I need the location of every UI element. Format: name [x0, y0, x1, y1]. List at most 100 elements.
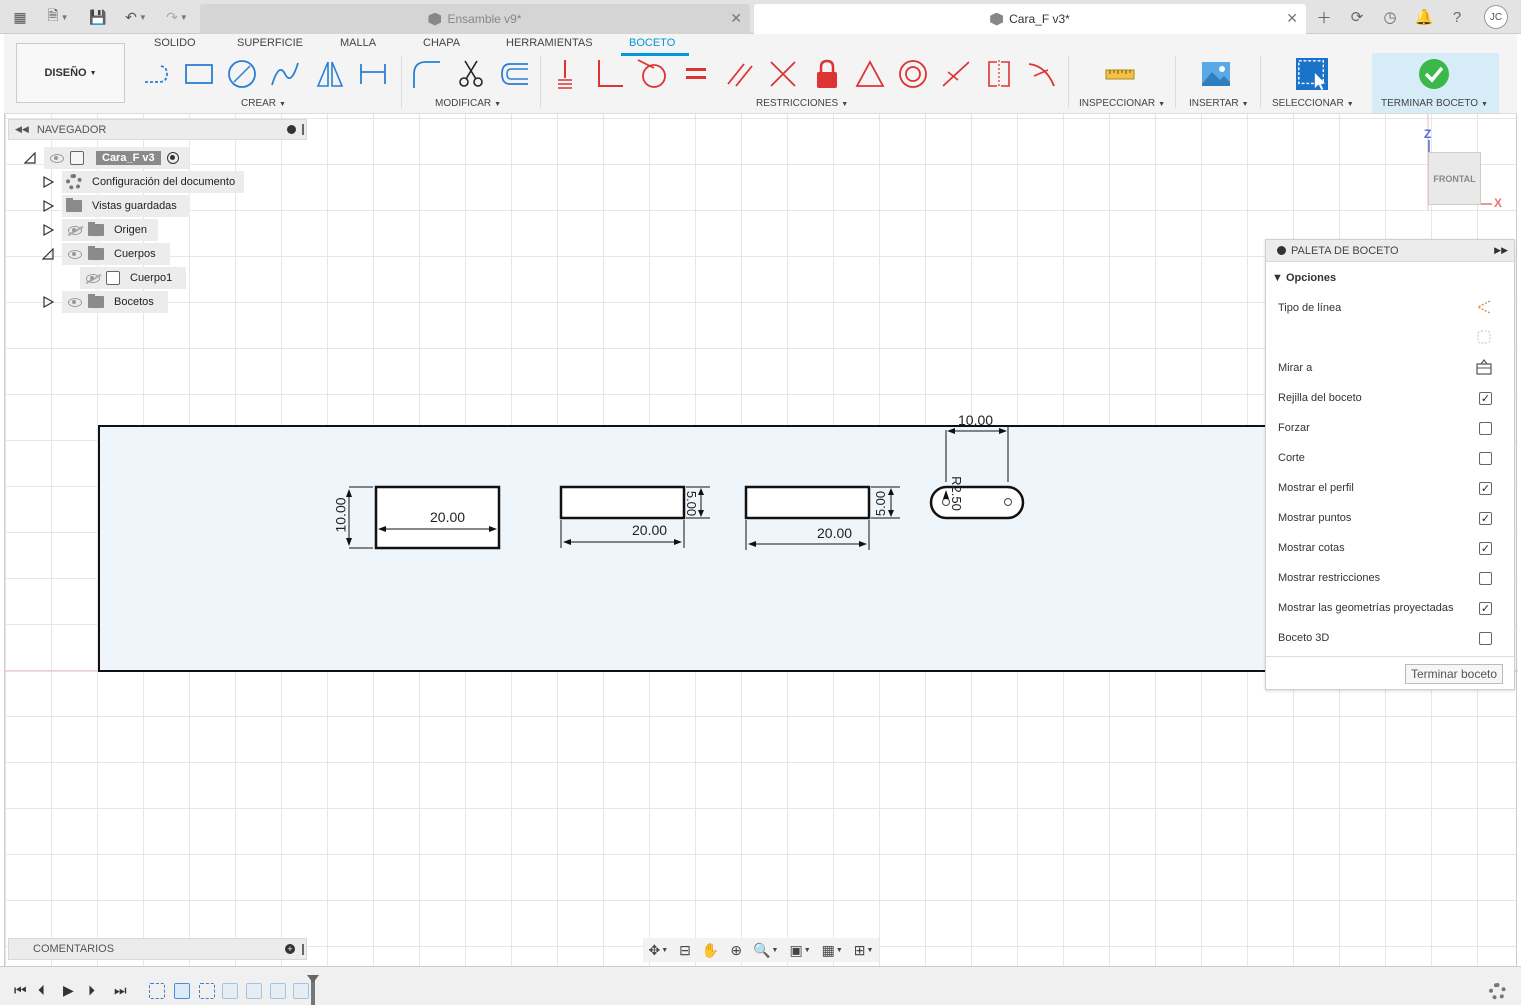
curvature-icon[interactable]: [1025, 56, 1059, 92]
timeline-sketch-feature[interactable]: [149, 983, 165, 999]
workspace-switcher[interactable]: DISEÑO ▼: [16, 43, 125, 103]
rectangle-tool-icon[interactable]: [182, 56, 216, 92]
expand-triangle-icon[interactable]: [42, 224, 54, 236]
group-seleccionar[interactable]: SELECCIONAR ▼: [1272, 98, 1354, 109]
zoom-window-icon[interactable]: ⊕: [730, 942, 742, 959]
close-icon[interactable]: ✕: [730, 10, 742, 27]
collinear-icon[interactable]: [939, 56, 973, 92]
collapse-triangle-icon[interactable]: [24, 152, 36, 164]
group-modificar[interactable]: MODIFICAR ▼: [435, 98, 501, 109]
viewports-icon[interactable]: ⊞ ▼: [854, 942, 874, 959]
expand-palette-icon[interactable]: ▶▶: [1494, 245, 1508, 256]
3d-sketch-checkbox[interactable]: [1479, 631, 1492, 645]
construction-line-icon[interactable]: [1476, 299, 1492, 318]
display-settings-icon[interactable]: ▣ ▼: [789, 942, 810, 959]
expand-triangle-icon[interactable]: [42, 296, 54, 308]
visibility-off-icon[interactable]: [86, 273, 100, 283]
activate-component-icon[interactable]: [166, 152, 179, 164]
dimension-text-slot-length[interactable]: 10.00: [958, 412, 993, 428]
show-points-checkbox[interactable]: ✓: [1479, 511, 1492, 525]
navigator-header[interactable]: ◀◀ NAVEGADOR: [8, 119, 307, 140]
help-icon[interactable]: ?: [1447, 7, 1467, 27]
tree-item-saved-views[interactable]: Vistas guardadas: [62, 195, 190, 217]
tangent-icon[interactable]: [635, 56, 669, 92]
expand-triangle-icon[interactable]: [42, 200, 54, 212]
fillet-tool-icon[interactable]: [409, 56, 443, 92]
dimension-text-rect3-width[interactable]: 20.00: [817, 525, 852, 541]
comments-panel-header[interactable]: COMENTARIOS +: [8, 938, 307, 960]
tree-item-body1[interactable]: Cuerpo1: [80, 267, 186, 289]
circle-tool-icon[interactable]: [225, 56, 259, 92]
parallel-icon[interactable]: [723, 56, 757, 92]
sketch-grid-checkbox[interactable]: ✓: [1479, 391, 1492, 405]
dimension-text-slot-radius[interactable]: R2.50: [949, 476, 964, 511]
viewcube-front-face[interactable]: FRONTAL: [1428, 152, 1481, 205]
tab-superficie[interactable]: SUPERFICIE: [237, 37, 303, 49]
palette-header[interactable]: PALETA DE BOCETO ▶▶: [1266, 240, 1514, 262]
show-dimensions-checkbox[interactable]: ✓: [1479, 541, 1492, 555]
job-status-icon[interactable]: ◷: [1380, 7, 1400, 27]
visibility-icon[interactable]: [50, 153, 64, 163]
offset-tool-icon[interactable]: [497, 56, 531, 92]
save-icon[interactable]: 💾: [88, 7, 108, 27]
tab-solido[interactable]: SOLIDO: [154, 37, 196, 49]
snap-checkbox[interactable]: [1479, 421, 1492, 435]
step-back-icon[interactable]: ⏴: [38, 982, 45, 999]
line-tool-icon[interactable]: [140, 56, 174, 92]
timeline-marker[interactable]: [307, 975, 319, 1005]
tab-herramientas[interactable]: HERRAMIENTAS: [506, 37, 593, 49]
perpendicular-icon[interactable]: [766, 56, 800, 92]
tab-boceto[interactable]: BOCETO: [629, 37, 675, 49]
measure-icon[interactable]: [1103, 56, 1137, 92]
group-insertar[interactable]: INSERTAR ▼: [1189, 98, 1249, 109]
visibility-icon[interactable]: [68, 249, 82, 259]
timeline-feature[interactable]: [222, 983, 238, 999]
go-to-end-icon[interactable]: ⏭: [114, 982, 127, 999]
avatar[interactable]: JC: [1484, 5, 1508, 29]
trim-tool-icon[interactable]: [454, 56, 488, 92]
extensions-icon[interactable]: ⟳: [1347, 7, 1367, 27]
pin-icon[interactable]: [302, 124, 304, 135]
centerline-icon[interactable]: [1476, 329, 1492, 348]
undo-icon[interactable]: ↶ ▼: [121, 7, 151, 27]
show-constraints-checkbox[interactable]: [1479, 571, 1492, 585]
mirror-tool-icon[interactable]: [313, 56, 347, 92]
dimension-text-rect1-width[interactable]: 20.00: [430, 509, 465, 525]
expand-triangle-icon[interactable]: [42, 176, 54, 188]
timeline-sketch-feature[interactable]: [199, 983, 215, 999]
dimension-text-rect3-height[interactable]: 5.00: [873, 491, 888, 516]
zoom-icon[interactable]: 🔍 ▼: [753, 942, 778, 959]
select-tool-icon[interactable]: [1295, 56, 1329, 92]
minimize-icon[interactable]: [287, 125, 296, 134]
step-forward-icon[interactable]: ⏵: [88, 982, 95, 999]
file-menu-icon[interactable]: 🗎 ▼: [43, 7, 73, 27]
tree-root-component[interactable]: Cara_F v3: [44, 147, 189, 169]
collapse-panel-icon[interactable]: ◀◀: [15, 124, 29, 135]
dimension-text-rect1-height[interactable]: 10.00: [333, 497, 349, 532]
timeline-feature[interactable]: [293, 983, 309, 999]
minimize-icon[interactable]: [1277, 246, 1286, 255]
group-restricciones[interactable]: RESTRICCIONES ▼: [756, 98, 848, 109]
look-at-icon[interactable]: ⊟: [679, 942, 691, 959]
visibility-icon[interactable]: [68, 297, 82, 307]
visibility-off-icon[interactable]: [68, 225, 82, 235]
notifications-icon[interactable]: 🔔: [1414, 7, 1434, 27]
options-section-header[interactable]: ▼ Opciones: [1272, 272, 1336, 284]
tab-chapa[interactable]: CHAPA: [423, 37, 460, 49]
finish-sketch-button[interactable]: Terminar boceto: [1405, 664, 1503, 684]
spline-tool-icon[interactable]: [268, 56, 302, 92]
dimension-text-rect2-width[interactable]: 20.00: [632, 522, 667, 538]
new-tab-icon[interactable]: ＋: [1314, 7, 1334, 27]
tree-item-sketches[interactable]: Bocetos: [62, 291, 168, 313]
tree-item-document-settings[interactable]: Configuración del documento: [62, 171, 244, 193]
collapse-triangle-icon[interactable]: [42, 248, 54, 260]
dimension-tool-icon[interactable]: [356, 56, 390, 92]
pin-icon[interactable]: [302, 943, 304, 955]
group-terminar-boceto[interactable]: TERMINAR BOCETO ▼: [1381, 98, 1488, 109]
go-to-start-icon[interactable]: ⏮: [14, 982, 27, 999]
show-profile-checkbox[interactable]: ✓: [1479, 481, 1492, 495]
tab-malla[interactable]: MALLA: [340, 37, 376, 49]
document-tab-cara-f[interactable]: Cara_F v3* ✕: [754, 4, 1306, 34]
timeline-feature[interactable]: [270, 983, 286, 999]
dimension-text-rect2-height[interactable]: 5.00: [684, 491, 699, 516]
